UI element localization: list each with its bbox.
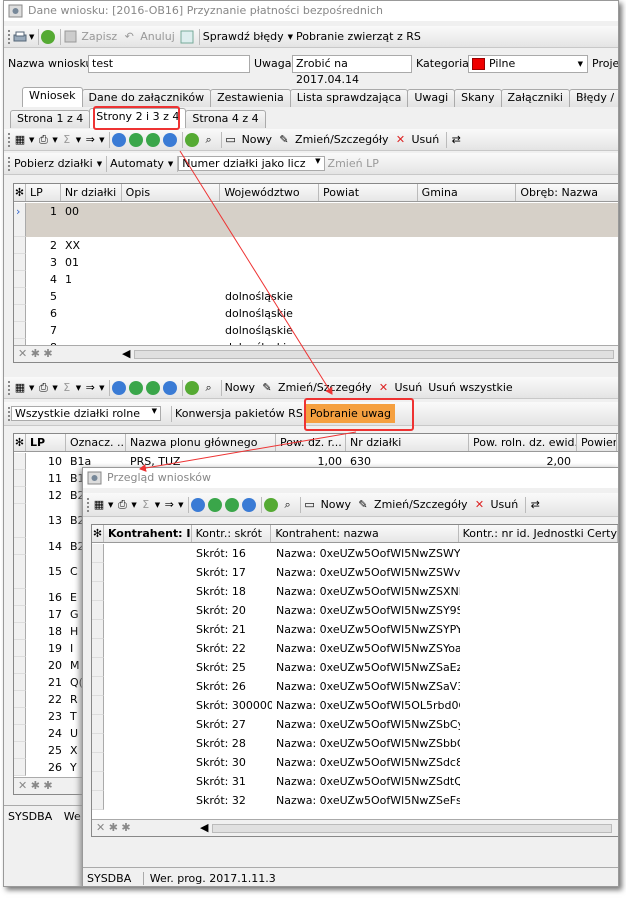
arrow-to-review-window: [139, 431, 357, 472]
arrow-to-fetch-notes: [179, 150, 333, 395]
annotation-arrows: [139, 150, 357, 472]
